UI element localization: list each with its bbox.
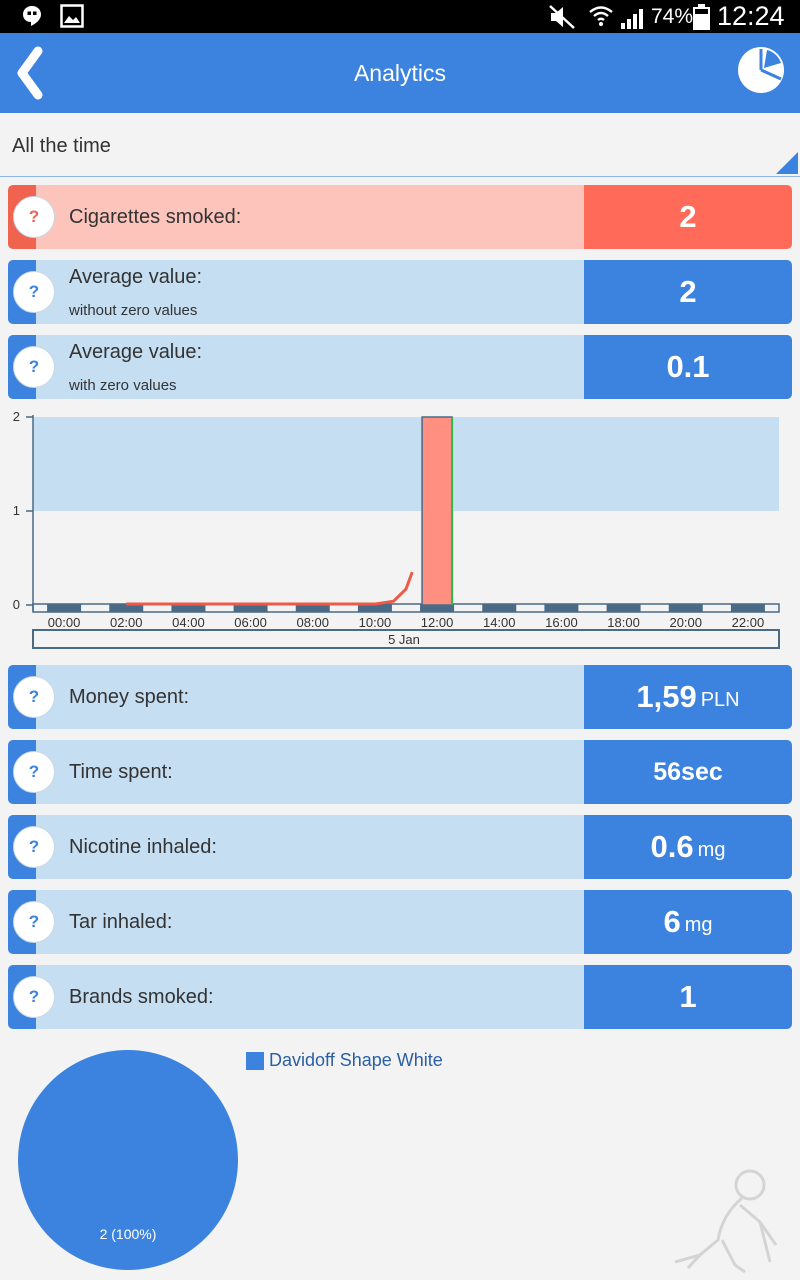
bar-12:00: [421, 416, 453, 606]
hourly-bar-chart: 0 1 2 00:00 02:00 04:00 06:00 08:00 10:00 12:00 1…: [13, 409, 780, 649]
y-tick-label: 2: [13, 409, 20, 424]
stat-value-box: 1: [584, 965, 792, 1029]
dropdown-corner-icon: [776, 152, 798, 174]
x-tick-label: 18:00: [607, 615, 640, 630]
stat-value-box: 0.1: [584, 335, 792, 399]
status-bar: 74% 12:24: [0, 0, 800, 33]
x-tick-label: 06:00: [234, 615, 267, 630]
stat-brands-smoked: ? Brands smoked: 1: [8, 965, 792, 1029]
date-label: 5 Jan: [388, 632, 420, 647]
legend-swatch: [246, 1051, 264, 1070]
y-tick-label: 1: [13, 503, 20, 518]
stat-label: Brands smoked:: [69, 986, 214, 1008]
stat-value: 0.6: [650, 829, 694, 864]
x-axis-segment: [730, 604, 765, 612]
app-bar: Analytics: [0, 33, 800, 113]
stat-label: Tar inhaled:: [69, 911, 173, 933]
help-icon[interactable]: ?: [13, 676, 55, 718]
stat-average-with-zero: ? Average value: with zero values 0.1: [8, 335, 792, 399]
x-axis-segment: [606, 604, 641, 612]
stat-time-spent: ? Time spent: 56sec: [8, 740, 792, 804]
stat-value: 0.1: [666, 349, 710, 384]
trend-line: [126, 571, 414, 606]
stat-value: 56sec: [653, 757, 723, 786]
stat-value-box: 6 mg: [584, 890, 792, 954]
gallery-icon: [60, 4, 84, 28]
help-icon[interactable]: ?: [13, 196, 55, 238]
pie-legend: Davidoff Shape White: [246, 1050, 443, 1071]
x-tick-label: 00:00: [48, 615, 81, 630]
stat-value-box: 56sec: [584, 740, 792, 804]
stat-sublabel: with zero values: [69, 377, 177, 394]
stat-unit: mg: [697, 838, 726, 861]
x-tick-label: 10:00: [359, 615, 392, 630]
clock: 12:24: [717, 1, 785, 31]
help-icon[interactable]: ?: [13, 271, 55, 313]
stat-value-box: 0.6 mg: [584, 815, 792, 879]
x-tick-label: 20:00: [669, 615, 702, 630]
stat-nicotine-inhaled: ? Nicotine inhaled: 0.6 mg: [8, 815, 792, 879]
legend-label: Davidoff Shape White: [269, 1050, 443, 1070]
x-tick-label: 08:00: [296, 615, 329, 630]
help-icon[interactable]: ?: [13, 751, 55, 793]
signal-icon: [621, 9, 643, 29]
battery-percent: 74%: [651, 5, 694, 28]
stat-label: Money spent:: [69, 686, 190, 708]
stat-label: Time spent:: [69, 761, 173, 783]
stat-label: Nicotine inhaled:: [69, 836, 217, 858]
stat-label: Cigarettes smoked:: [69, 206, 242, 228]
stat-unit: PLN: [700, 688, 740, 711]
skeleton-watermark-icon: [674, 1169, 778, 1274]
x-axis-segment: [482, 604, 517, 612]
battery-icon: [693, 4, 710, 30]
chart-band: [33, 417, 779, 511]
stat-value-box: 2: [584, 185, 792, 249]
period-selected-value: All the time: [12, 135, 111, 157]
stat-value: 2: [679, 274, 697, 309]
x-axis-segment: [544, 604, 579, 612]
stat-unit: mg: [684, 913, 713, 936]
mute-icon: [549, 5, 575, 29]
x-tick-label: 16:00: [545, 615, 578, 630]
stat-label: Average value:: [69, 341, 203, 363]
stat-tar-inhaled: ? Tar inhaled: 6 mg: [8, 890, 792, 954]
stat-value: 1,59: [636, 679, 697, 714]
stat-sublabel: without zero values: [69, 302, 198, 319]
x-tick-label: 02:00: [110, 615, 143, 630]
brands-pie-chart: 2 (100%): [18, 1050, 778, 1274]
stat-label: Average value:: [69, 266, 203, 288]
help-icon[interactable]: ?: [13, 901, 55, 943]
x-tick-label: 22:00: [732, 615, 765, 630]
x-tick-label: 04:00: [172, 615, 205, 630]
stat-value: 1: [679, 979, 697, 1014]
stat-value-box: 2: [584, 260, 792, 324]
period-dropdown[interactable]: All the time: [0, 113, 800, 177]
stat-value-box: 1,59 PLN: [584, 665, 792, 729]
stat-value: 2: [679, 199, 697, 234]
stat-value: 6: [663, 904, 681, 939]
x-axis-segment: [668, 604, 703, 612]
stat-money-spent: ? Money spent: 1,59 PLN: [8, 665, 792, 729]
pie-slice-label: 2 (100%): [100, 1226, 157, 1242]
page-title: Analytics: [353, 60, 447, 86]
hangouts-icon: [23, 6, 41, 26]
pie-chart-icon[interactable]: [736, 45, 786, 95]
stat-average-without-zero: ? Average value: without zero values 2: [8, 260, 792, 324]
x-axis-segment: [47, 604, 82, 612]
x-tick-label: 12:00: [421, 615, 454, 630]
help-icon[interactable]: ?: [13, 346, 55, 388]
stat-cigarettes-smoked: ? Cigarettes smoked: 2: [8, 185, 792, 249]
y-tick-label: 0: [13, 597, 20, 612]
x-tick-label: 14:00: [483, 615, 516, 630]
wifi-icon: [589, 6, 613, 26]
help-icon[interactable]: ?: [13, 826, 55, 868]
help-icon[interactable]: ?: [13, 976, 55, 1018]
